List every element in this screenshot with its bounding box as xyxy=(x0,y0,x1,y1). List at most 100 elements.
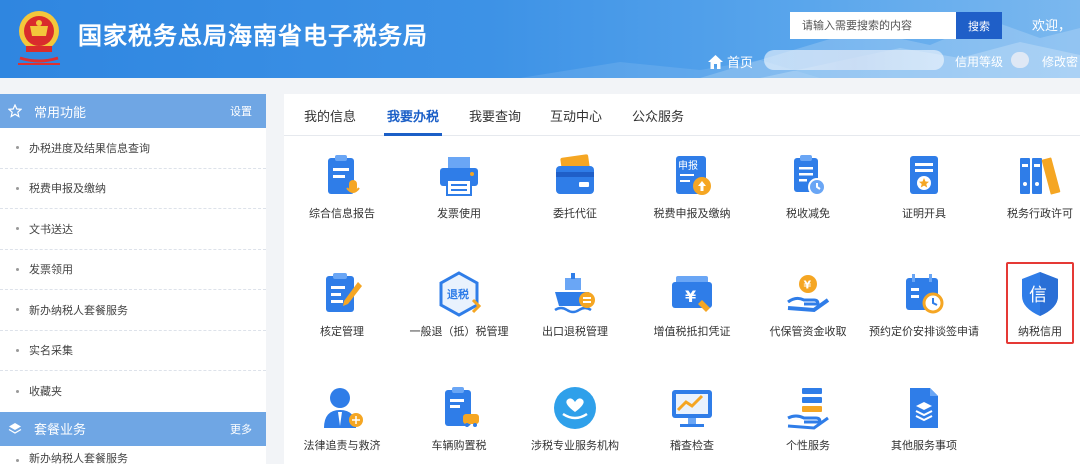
service-label: 综合信息报告 xyxy=(309,207,375,220)
home-link[interactable]: 首页 xyxy=(708,52,753,71)
bullet-dot xyxy=(16,267,19,271)
sidebar-item-progress-query[interactable]: 办税进度及结果信息查询 xyxy=(0,128,266,169)
service-comprehensive-report[interactable]: 综合信息报告 xyxy=(282,152,402,222)
sidebar-item-favorites[interactable]: 收藏夹 xyxy=(0,371,266,412)
bullet-dot xyxy=(16,458,19,462)
service-legal-remedy[interactable]: 法律追责与救济 xyxy=(282,384,402,454)
service-tax-reduction[interactable]: 税收减免 xyxy=(748,152,868,222)
service-label: 委托代征 xyxy=(553,207,597,220)
sidebar-item-label: 发票领用 xyxy=(29,263,73,277)
bullet-dot xyxy=(16,348,19,352)
service-label: 稽查检查 xyxy=(670,439,714,452)
heart-hands-icon xyxy=(554,387,596,429)
tab-public-service[interactable]: 公众服务 xyxy=(632,106,684,125)
sidebar-item-label: 税费申报及缴纳 xyxy=(29,182,106,196)
service-other-matters[interactable]: 其他服务事项 xyxy=(864,384,984,454)
service-audit-inspection[interactable]: 稽查检查 xyxy=(632,384,752,454)
wallet-card-icon xyxy=(556,154,594,194)
home-icon xyxy=(708,54,723,69)
bullet-dot xyxy=(16,186,19,190)
sidebar-item-label: 收藏夹 xyxy=(29,385,62,399)
welcome-text: 欢迎， xyxy=(1032,19,1072,34)
service-personalized[interactable]: 个性服务 xyxy=(748,384,868,454)
certificate-star-icon xyxy=(910,156,938,194)
sidebar-item-label: 实名采集 xyxy=(29,344,73,358)
monitor-chart-icon xyxy=(672,390,712,427)
service-tax-agency[interactable]: 涉税专业服务机构 xyxy=(515,384,635,454)
sidebar-title-package: 套餐业务 xyxy=(34,423,87,438)
bullet-dot xyxy=(16,389,19,393)
hand-coin-icon: ¥ xyxy=(787,275,830,313)
hand-list-icon xyxy=(787,388,829,430)
svg-text:¥: ¥ xyxy=(685,287,696,306)
sidebar-item-realname[interactable]: 实名采集 xyxy=(0,331,266,371)
service-tax-declare[interactable]: 申报 税费申报及缴纳 xyxy=(632,152,752,222)
main-panel: 我的信息 我要办税 我要查询 互动中心 公众服务 综合信息报告 发票使用 委托代… xyxy=(284,94,1080,464)
settings-link[interactable]: 设置 xyxy=(230,103,252,119)
service-label: 涉税专业服务机构 xyxy=(531,439,619,452)
service-vehicle-purchase-tax[interactable]: 车辆购置税 xyxy=(399,384,519,454)
declare-upload-icon: 申报 xyxy=(676,156,711,195)
binders-icon xyxy=(1020,157,1061,195)
sidebar-item-package-new-taxpayer[interactable]: 新办纳税人套餐服务 xyxy=(0,446,266,464)
layers-icon xyxy=(8,422,24,436)
service-label: 车辆购置税 xyxy=(431,439,487,452)
search-button[interactable]: 搜索 xyxy=(956,12,1002,39)
credit-level-link[interactable]: 信用等级 xyxy=(955,53,1003,70)
service-label: 发票使用 xyxy=(437,207,481,220)
service-label: 代保管资金收取 xyxy=(769,325,847,338)
service-custody-funds[interactable]: ¥ 代保管资金收取 xyxy=(748,270,868,340)
sidebar-item-new-taxpayer-package[interactable]: 新办纳税人套餐服务 xyxy=(0,290,266,331)
service-administrative-license[interactable]: 税务行政许可 xyxy=(980,152,1080,222)
tab-query[interactable]: 我要查询 xyxy=(469,106,521,125)
service-label: 预约定价安排谈签申请 xyxy=(869,325,979,338)
sidebar: 常用功能 设置 办税进度及结果信息查询 税费申报及缴纳 文书送达 发票领用 新办… xyxy=(0,94,266,464)
svg-text:¥: ¥ xyxy=(804,279,812,292)
service-invoice-use[interactable]: 发票使用 xyxy=(399,152,519,222)
declare-badge-text: 申报 xyxy=(678,159,698,172)
active-tab-indicator xyxy=(384,133,442,136)
site-title: 国家税务总局海南省电子税务局 xyxy=(78,22,428,50)
service-entrusted-collection[interactable]: 委托代征 xyxy=(515,152,635,222)
service-label: 法律追责与救济 xyxy=(303,439,381,452)
sidebar-item-invoice-claim[interactable]: 发票领用 xyxy=(0,250,266,290)
yen-ticket-icon: ¥ xyxy=(672,276,712,312)
service-certificate-issue[interactable]: 证明开具 xyxy=(864,152,984,222)
highlight-frame xyxy=(1006,262,1074,344)
service-label: 税收减免 xyxy=(786,207,830,220)
service-export-refund[interactable]: 出口退税管理 xyxy=(515,270,635,340)
clipboard-pen-icon xyxy=(326,273,362,312)
service-label: 出口退税管理 xyxy=(542,325,608,338)
tab-interaction-center[interactable]: 互动中心 xyxy=(550,106,602,125)
tab-my-info[interactable]: 我的信息 xyxy=(304,106,356,125)
bullet-dot xyxy=(16,227,19,231)
credit-level-badge xyxy=(1011,52,1029,68)
sidebar-item-label: 新办纳税人套餐服务 xyxy=(29,303,128,317)
service-advance-pricing[interactable]: 预约定价安排谈签申请 xyxy=(864,270,984,340)
blurred-username xyxy=(764,50,944,70)
modify-password-link[interactable]: 修改密 xyxy=(1042,53,1078,70)
service-vat-deduction-voucher[interactable]: ¥ 增值税抵扣凭证 xyxy=(632,270,752,340)
tab-tax-handling[interactable]: 我要办税 xyxy=(387,106,439,125)
sidebar-item-document-delivery[interactable]: 文书送达 xyxy=(0,209,266,250)
document-stack-icon xyxy=(910,388,938,428)
calendar-clock-icon xyxy=(906,274,944,314)
refund-hexagon-icon: 退税 xyxy=(439,271,482,317)
service-general-refund[interactable]: 退税 一般退（抵）税管理 xyxy=(399,270,519,340)
more-link[interactable]: 更多 xyxy=(230,421,252,437)
service-label: 税务行政许可 xyxy=(1007,207,1073,220)
sidebar-item-label: 办税进度及结果信息查询 xyxy=(29,141,150,155)
printer-icon xyxy=(440,157,478,196)
search-input[interactable] xyxy=(790,12,956,39)
star-icon xyxy=(8,104,24,118)
sidebar-item-tax-declare[interactable]: 税费申报及缴纳 xyxy=(0,169,266,209)
service-assessment-management[interactable]: 核定管理 xyxy=(282,270,402,340)
cargo-ship-icon xyxy=(554,273,595,314)
judge-scale-icon xyxy=(324,388,363,428)
site-header: 国家税务总局海南省电子税务局 搜索 欢迎， 首页 信用等级 修改密 xyxy=(0,0,1080,78)
bullet-dot xyxy=(16,146,19,150)
home-link-label: 首页 xyxy=(727,56,754,71)
sidebar-item-label: 文书送达 xyxy=(29,222,73,236)
service-label: 核定管理 xyxy=(320,325,364,338)
sidebar-title-common: 常用功能 xyxy=(34,105,87,121)
